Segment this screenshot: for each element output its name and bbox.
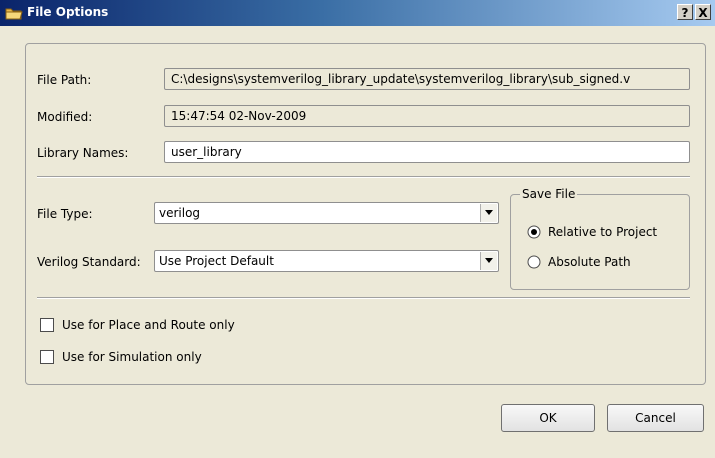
- window-title: File Options: [27, 5, 109, 19]
- verilog-standard-label: Verilog Standard:: [37, 255, 141, 269]
- verilog-standard-dropdown[interactable]: Use Project Default: [154, 250, 499, 272]
- close-button[interactable]: X: [695, 4, 711, 20]
- absolute-path-radio[interactable]: [527, 255, 541, 269]
- save-file-legend: Save File: [520, 187, 578, 201]
- library-names-input[interactable]: user_library: [164, 141, 690, 163]
- place-and-route-checkbox[interactable]: [40, 318, 54, 332]
- file-type-dropdown[interactable]: verilog: [154, 202, 499, 224]
- file-path-label: File Path:: [37, 73, 92, 87]
- file-path-field: C:\designs\systemverilog_library_update\…: [164, 68, 690, 90]
- simulation-label[interactable]: Use for Simulation only: [62, 350, 202, 364]
- relative-to-project-label[interactable]: Relative to Project: [548, 225, 657, 239]
- file-options-dialog: File Options ? X File Path: C:\designs\s…: [0, 0, 715, 458]
- save-file-group: [510, 194, 690, 290]
- ok-button[interactable]: OK: [501, 404, 595, 432]
- file-type-label: File Type:: [37, 207, 93, 221]
- file-type-dropdown-button[interactable]: [480, 204, 497, 222]
- separator-bottom: [37, 297, 690, 299]
- help-button[interactable]: ?: [677, 4, 693, 20]
- relative-to-project-radio[interactable]: [527, 225, 541, 239]
- verilog-standard-dropdown-button[interactable]: [480, 252, 497, 270]
- absolute-path-label[interactable]: Absolute Path: [548, 255, 631, 269]
- modified-field: 15:47:54 02-Nov-2009: [164, 105, 690, 127]
- file-type-value: verilog: [159, 206, 201, 220]
- folder-icon: [5, 6, 23, 20]
- library-names-label: Library Names:: [37, 146, 129, 160]
- simulation-checkbox[interactable]: [40, 350, 54, 364]
- verilog-standard-value: Use Project Default: [159, 254, 274, 268]
- cancel-button[interactable]: Cancel: [607, 404, 704, 432]
- modified-label: Modified:: [37, 110, 93, 124]
- place-and-route-label[interactable]: Use for Place and Route only: [62, 318, 235, 332]
- separator-top: [37, 176, 690, 178]
- title-bar[interactable]: File Options ? X: [0, 0, 715, 26]
